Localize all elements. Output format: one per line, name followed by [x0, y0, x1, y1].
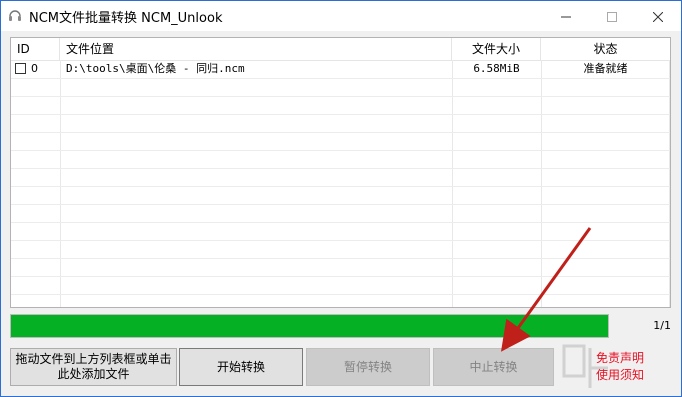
progress-count: 1/1	[653, 319, 671, 332]
grid-line	[11, 114, 670, 115]
grid-line	[452, 60, 453, 307]
row-status: 准备就绪	[583, 62, 628, 75]
add-files-button[interactable]: 拖动文件到上方列表框或单击 此处添加文件	[10, 348, 177, 386]
maximize-icon	[607, 7, 617, 26]
app-icon	[7, 7, 23, 23]
row-file-size: 6.58MiB	[473, 62, 520, 75]
column-header-status[interactable]: 状态	[541, 38, 670, 60]
watermark-logo	[562, 344, 608, 388]
progress-bar	[10, 314, 609, 338]
grid-line	[11, 96, 670, 97]
list-item[interactable]: 0 D:\tools\桌面\伦桑 - 同归.ncm 6.58MiB 准备就绪	[11, 60, 670, 78]
grid-line	[541, 60, 542, 307]
column-header-size[interactable]: 文件大小	[452, 38, 541, 60]
grid-line	[11, 168, 670, 169]
close-button[interactable]	[635, 1, 681, 31]
grid-line	[11, 150, 670, 151]
progress-fill	[11, 315, 608, 337]
minimize-button[interactable]	[543, 1, 589, 31]
start-convert-button[interactable]: 开始转换	[179, 348, 303, 386]
row-checkbox[interactable]	[15, 63, 26, 74]
grid-line	[11, 222, 670, 223]
grid-line	[11, 276, 670, 277]
stop-convert-button[interactable]: 中止转换	[433, 348, 554, 386]
minimize-icon	[561, 7, 571, 26]
title-bar[interactable]: NCM文件批量转换 NCM_Unlook	[1, 1, 681, 31]
grid-line	[11, 294, 670, 295]
window-title: NCM文件批量转换 NCM_Unlook	[29, 11, 223, 26]
grid-line	[11, 186, 670, 187]
file-list[interactable]: ID 文件位置 文件大小 状态 0 D:\tools\桌面\伦桑 - 同归.nc…	[10, 37, 671, 308]
row-file-path: D:\tools\桌面\伦桑 - 同归.ncm	[66, 62, 245, 75]
add-files-label-line1: 拖动文件到上方列表框或单击	[15, 352, 172, 366]
list-header: ID 文件位置 文件大小 状态	[11, 38, 670, 61]
column-header-path[interactable]: 文件位置	[60, 38, 452, 60]
grid-line	[669, 60, 670, 307]
grid-line	[11, 132, 670, 133]
grid-line	[11, 240, 670, 241]
row-id: 0	[31, 62, 38, 75]
column-header-id[interactable]: ID	[11, 38, 60, 60]
close-icon	[652, 7, 664, 26]
pause-convert-button[interactable]: 暂停转换	[306, 348, 430, 386]
grid-line	[11, 204, 670, 205]
maximize-button[interactable]	[589, 1, 635, 31]
grid-line	[11, 78, 670, 79]
add-files-label-line2: 此处添加文件	[57, 367, 130, 381]
grid-line	[11, 258, 670, 259]
grid-line	[60, 60, 61, 307]
